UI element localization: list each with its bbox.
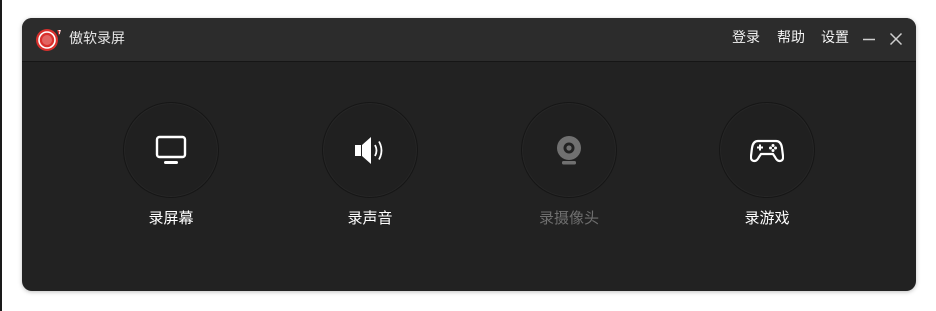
record-audio-button[interactable]: 录声音 — [315, 102, 425, 232]
login-menu-item[interactable]: 登录 — [732, 29, 760, 47]
monitor-icon — [155, 135, 187, 164]
record-webcam-button: 录摄像头 — [514, 102, 624, 232]
mode-panel: 录屏幕 录声音 录摄像头 录游戏 — [22, 62, 916, 291]
record-game-circle[interactable] — [719, 102, 815, 198]
title-bar[interactable]: 傲软录屏 登录 帮助 设置 — [22, 18, 916, 62]
record-game-button[interactable]: 录游戏 — [712, 102, 822, 232]
record-game-label: 录游戏 — [744, 209, 790, 227]
help-menu-item[interactable]: 帮助 — [777, 29, 805, 47]
record-webcam-circle — [521, 102, 617, 198]
record-audio-circle[interactable] — [322, 102, 418, 198]
speaker-icon — [355, 137, 383, 164]
settings-menu-item[interactable]: 设置 — [821, 29, 849, 47]
record-logo-icon — [36, 29, 61, 51]
app-window: 傲软录屏 登录 帮助 设置 录屏幕 录声音 录摄像头 录游戏 — [22, 18, 916, 291]
record-webcam-label: 录摄像头 — [538, 209, 599, 227]
close-icon[interactable] — [887, 30, 905, 48]
webcam-icon — [557, 136, 581, 165]
minimize-icon[interactable] — [860, 30, 878, 48]
record-screen-label: 录屏幕 — [148, 209, 194, 227]
record-audio-label: 录声音 — [347, 209, 393, 227]
record-screen-circle[interactable] — [123, 102, 219, 198]
app-title: 傲软录屏 — [69, 31, 125, 47]
record-screen-button[interactable]: 录屏幕 — [116, 102, 226, 232]
background-edge — [0, 0, 2, 311]
gamepad-icon — [750, 139, 784, 163]
